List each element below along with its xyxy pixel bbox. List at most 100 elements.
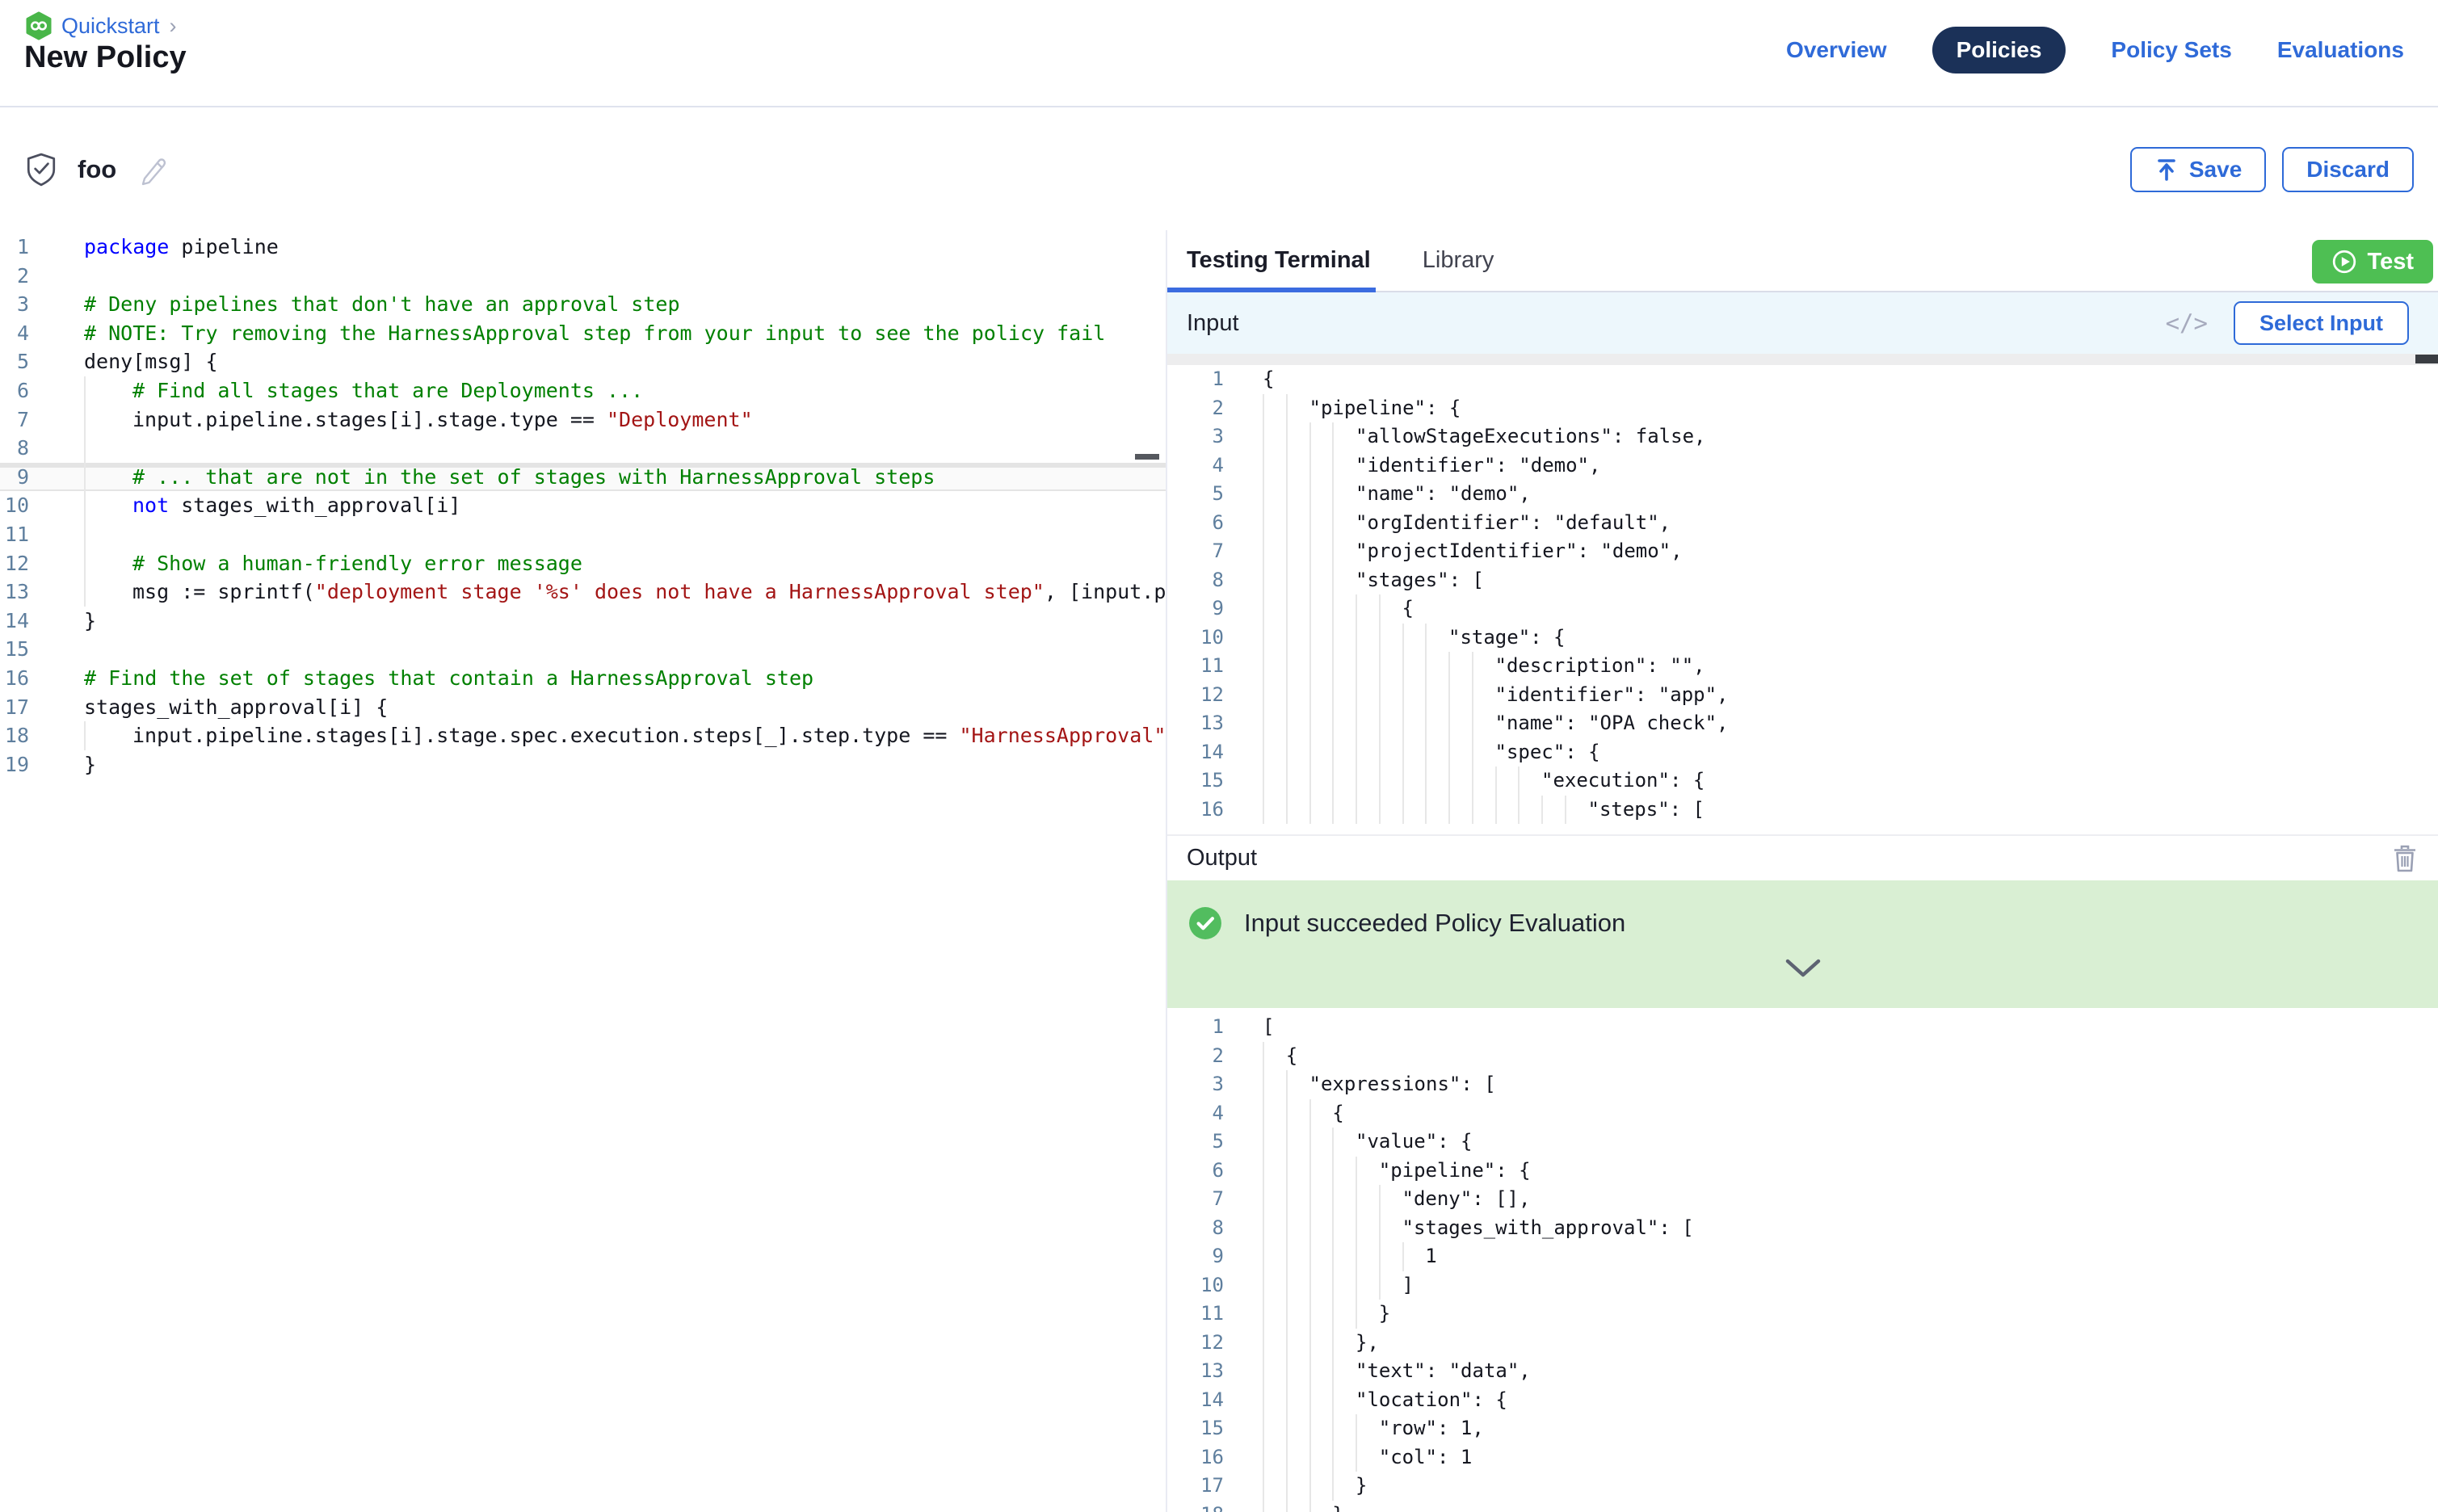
breadcrumb-project-link[interactable]: Quickstart <box>61 14 160 39</box>
code-line: 12# Show a human-friendly error message <box>0 549 1166 578</box>
line-number: 7 <box>0 405 29 435</box>
tab-library[interactable]: Library <box>1423 247 1494 274</box>
line-number: 17 <box>1167 1472 1224 1501</box>
code-line: 14"spec": { <box>1167 738 2438 767</box>
line-number: 8 <box>1167 566 1224 595</box>
line-number: 9 <box>1167 594 1224 624</box>
line-number: 5 <box>1167 1128 1224 1157</box>
test-button[interactable]: Test <box>2312 240 2433 284</box>
code-line: 3"allowStageExecutions": false, <box>1167 422 2438 452</box>
line-number: 14 <box>0 607 29 636</box>
line-number: 7 <box>1167 537 1224 566</box>
code-line: 15 <box>0 635 1166 664</box>
expand-output-chevron-icon[interactable] <box>1784 958 1822 979</box>
main-split: 1package pipeline23# Deny pipelines that… <box>0 230 2438 1512</box>
line-number: 16 <box>0 664 29 693</box>
code-line: 13"text": "data", <box>1167 1357 2438 1386</box>
testing-terminal-panel: Testing Terminal Library Test Input </> … <box>1166 230 2438 1512</box>
line-number: 6 <box>1167 509 1224 538</box>
line-number: 3 <box>1167 422 1224 452</box>
line-number: 16 <box>1167 796 1224 825</box>
policy-shield-icon <box>26 153 57 187</box>
line-number: 5 <box>1167 480 1224 509</box>
tab-testing-terminal[interactable]: Testing Terminal <box>1187 247 1371 274</box>
policy-code-editor[interactable]: 1package pipeline23# Deny pipelines that… <box>0 230 1166 1512</box>
code-line: 9# ... that are not in the set of stages… <box>0 463 1166 492</box>
code-line: 18input.pipeline.stages[i].stage.spec.ex… <box>0 721 1166 750</box>
line-number: 1 <box>0 233 29 262</box>
code-line: 13"name": "OPA check", <box>1167 709 2438 738</box>
input-json-lines: 1{2"pipeline": {3"allowStageExecutions":… <box>1167 365 2438 824</box>
discard-button[interactable]: Discard <box>2282 147 2414 192</box>
input-json-editor[interactable]: 1{2"pipeline": {3"allowStageExecutions":… <box>1167 354 2438 836</box>
line-number: 17 <box>0 693 29 722</box>
trash-icon <box>2391 843 2419 874</box>
nav-tab-overview[interactable]: Overview <box>1786 37 1887 63</box>
output-section-title: Output <box>1187 845 1257 872</box>
code-line: 8 <box>0 434 1166 463</box>
save-button[interactable]: Save <box>2130 147 2266 192</box>
code-view-toggle-icon[interactable]: </> <box>2166 309 2208 337</box>
policy-name: foo <box>78 155 116 184</box>
code-line: 10] <box>1167 1271 2438 1300</box>
output-json-editor[interactable]: 1[2{3"expressions": [4{5"value": {6"pipe… <box>1167 1008 2438 1512</box>
nav-tab-policies[interactable]: Policies <box>1932 27 2066 74</box>
line-number: 3 <box>1167 1070 1224 1099</box>
banner-message: Input succeeded Policy Evaluation <box>1244 909 1625 938</box>
input-editor-scroll-track <box>1167 354 2438 365</box>
code-line: 11} <box>1167 1300 2438 1329</box>
line-number: 3 <box>0 290 29 319</box>
line-number: 11 <box>0 520 29 549</box>
line-number: 1 <box>1167 365 1224 394</box>
code-line: 3# Deny pipelines that don't have an app… <box>0 290 1166 319</box>
evaluation-success-banner: Input succeeded Policy Evaluation <box>1167 880 2438 1008</box>
page-header: Quickstart › New Policy Overview Policie… <box>0 0 2438 107</box>
line-number: 6 <box>0 376 29 405</box>
line-number: 2 <box>1167 1042 1224 1071</box>
code-line: 2 <box>0 262 1166 291</box>
line-number: 9 <box>1167 1242 1224 1271</box>
line-number: 2 <box>1167 394 1224 423</box>
line-number: 4 <box>1167 452 1224 481</box>
line-number: 12 <box>0 549 29 578</box>
line-number: 13 <box>0 578 29 607</box>
line-number: 15 <box>0 635 29 664</box>
nav-tab-evaluations[interactable]: Evaluations <box>2277 37 2404 63</box>
code-line: 8"stages": [ <box>1167 566 2438 595</box>
nav-tab-policy-sets[interactable]: Policy Sets <box>2111 37 2231 63</box>
line-number: 5 <box>0 347 29 376</box>
select-input-button[interactable]: Select Input <box>2234 301 2409 345</box>
clear-output-button[interactable] <box>2391 843 2419 874</box>
code-line: 7"deny": [], <box>1167 1185 2438 1214</box>
line-number: 8 <box>0 434 29 463</box>
line-number: 18 <box>0 721 29 750</box>
breadcrumb-chevron-icon: › <box>170 14 177 39</box>
input-editor-scrollbar-thumb[interactable] <box>2415 355 2438 363</box>
line-number: 10 <box>1167 1271 1224 1300</box>
save-upload-icon <box>2154 157 2179 183</box>
code-line: 15"row": 1, <box>1167 1414 2438 1443</box>
overview-ruler-cursor-marker <box>1135 454 1159 460</box>
line-number: 8 <box>1167 1214 1224 1243</box>
code-line: 14} <box>0 607 1166 636</box>
code-line: 17stages_with_approval[i] { <box>0 693 1166 722</box>
code-line: 6# Find all stages that are Deployments … <box>0 376 1166 405</box>
line-number: 13 <box>1167 709 1224 738</box>
line-number: 15 <box>1167 1414 1224 1443</box>
code-line: 12"identifier": "app", <box>1167 681 2438 710</box>
code-line: 16"col": 1 <box>1167 1443 2438 1472</box>
code-line: 6"pipeline": { <box>1167 1157 2438 1186</box>
edit-policy-name-button[interactable] <box>137 153 170 186</box>
code-line: 14"location": { <box>1167 1386 2438 1415</box>
line-number: 9 <box>0 463 29 492</box>
policy-code-lines: 1package pipeline23# Deny pipelines that… <box>0 233 1166 779</box>
code-line: 5"name": "demo", <box>1167 480 2438 509</box>
code-line: 10not stages_with_approval[i] <box>0 491 1166 520</box>
line-number: 13 <box>1167 1357 1224 1386</box>
code-line: 19} <box>0 750 1166 779</box>
code-line: 11"description": "", <box>1167 652 2438 681</box>
code-line: 7"projectIdentifier": "demo", <box>1167 537 2438 566</box>
line-number: 14 <box>1167 1386 1224 1415</box>
success-check-icon <box>1188 906 1222 940</box>
line-number: 6 <box>1167 1157 1224 1186</box>
